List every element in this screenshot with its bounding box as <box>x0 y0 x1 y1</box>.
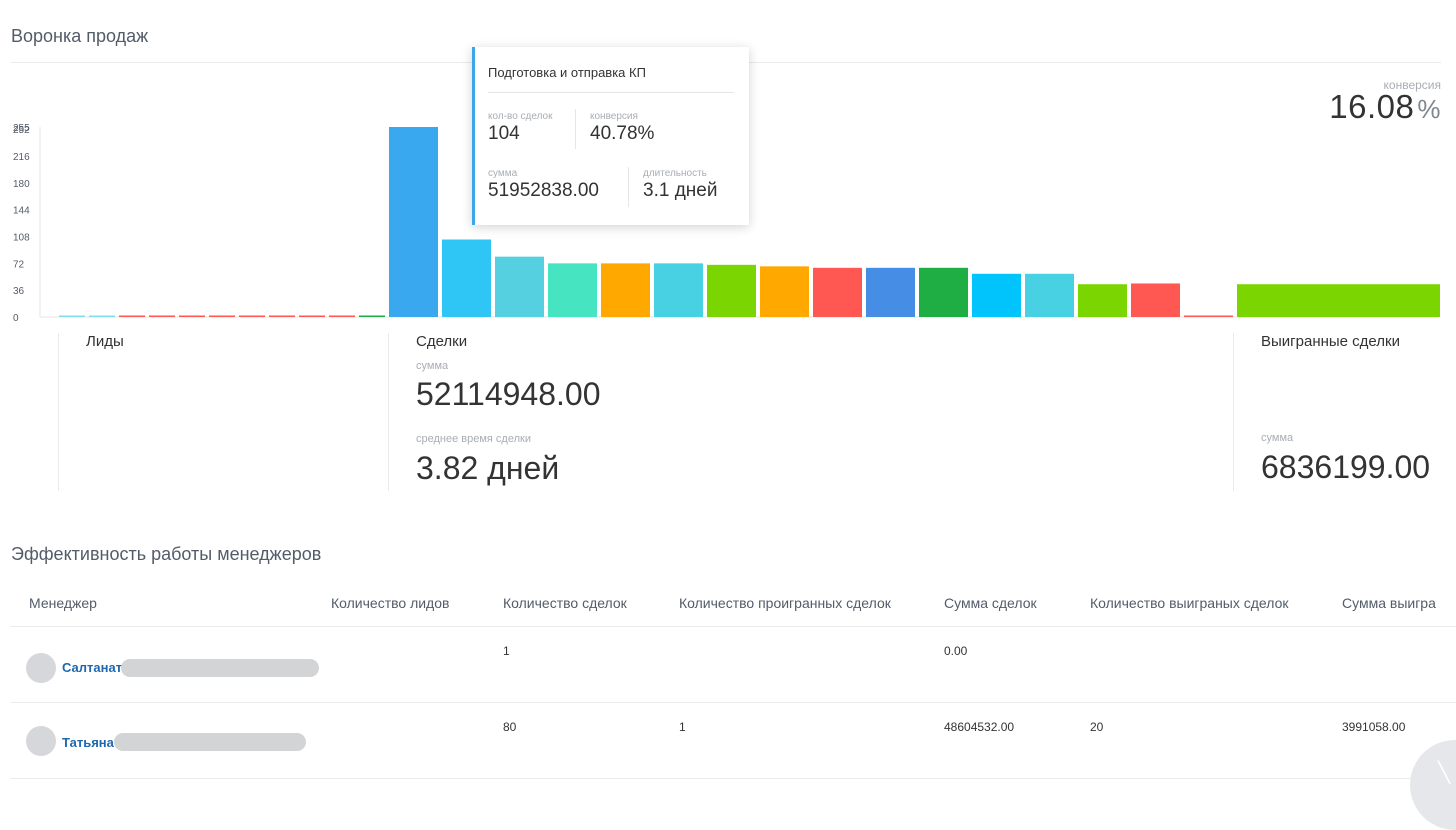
won-deals-sum-label: сумма <box>1261 432 1294 444</box>
tooltip-duration-label: длительность <box>643 168 707 179</box>
table-row: Татьяна 80 1 48604532.00 20 3991058.00 <box>11 702 1456 779</box>
cell-sum: 48604532.00 <box>944 702 1090 779</box>
cell-lost <box>679 626 944 703</box>
deals-sum-label: сумма <box>416 360 449 372</box>
deals-avg-time-value: 3.82 дней <box>416 450 560 486</box>
deals-stat: Сделки сумма 52114948.00 среднее время с… <box>388 333 1234 491</box>
funnel-bar[interactable] <box>654 263 703 317</box>
funnel-bar[interactable] <box>119 315 145 318</box>
cell-leads <box>331 702 503 779</box>
tooltip-sum-label: сумма <box>488 168 518 179</box>
funnel-bar[interactable] <box>389 127 438 317</box>
tooltip-divider <box>488 92 734 93</box>
tooltip-vdivider-2 <box>628 167 629 207</box>
cell-sum: 0.00 <box>944 626 1090 703</box>
deals-sum-value: 52114948.00 <box>416 376 601 412</box>
stage-tooltip: Подготовка и отправка КП кол-во сделок 1… <box>472 47 749 225</box>
funnel-bar[interactable] <box>1025 273 1074 317</box>
tooltip-sum: сумма 51952838.00 <box>488 168 599 202</box>
cell-won: 20 <box>1090 702 1342 779</box>
leads-stat: Лиды <box>58 333 389 491</box>
manager-cell: Салтанат <box>11 627 331 687</box>
tooltip-duration: длительность 3.1 дней <box>643 168 717 202</box>
column-header-lost[interactable]: Количество проигранных сделок <box>679 580 944 627</box>
managers-title: Эффективность работы менеджеров <box>11 544 322 564</box>
tooltip-conversion: конверсия 40.78% <box>590 111 654 145</box>
manager-cell: Татьяна <box>11 703 331 763</box>
y-tick-label: 180 <box>13 179 30 190</box>
cell-deals: 1 <box>503 626 679 703</box>
table-row: Салтанат 1 0.00 <box>11 626 1456 703</box>
funnel-bar[interactable] <box>59 315 85 318</box>
manager-link[interactable]: Татьяна <box>62 735 114 750</box>
avatar <box>26 653 56 683</box>
managers-table: Менеджер Количество лидов Количество сде… <box>11 580 1456 779</box>
funnel-bar[interactable] <box>1131 283 1180 317</box>
column-header-leads[interactable]: Количество лидов <box>331 580 503 627</box>
tooltip-title: Подготовка и отправка КП <box>488 65 646 80</box>
column-header-won-sum[interactable]: Сумма выигра <box>1342 580 1456 627</box>
tooltip-duration-value: 3.1 дней <box>643 180 718 201</box>
funnel-bar[interactable] <box>548 263 597 317</box>
y-tick-label: 36 <box>13 286 25 297</box>
avatar <box>26 726 56 756</box>
tooltip-deals-count-value: 104 <box>488 123 520 144</box>
funnel-bar[interactable] <box>601 263 650 317</box>
funnel-bar[interactable] <box>866 267 915 317</box>
cell-won <box>1090 626 1342 703</box>
column-header-deals[interactable]: Количество сделок <box>503 580 679 627</box>
funnel-bar[interactable] <box>972 273 1021 317</box>
y-tick-label: 144 <box>13 206 30 217</box>
funnel-bar[interactable] <box>760 266 809 317</box>
redacted-name <box>121 659 319 677</box>
funnel-bar[interactable] <box>1078 284 1127 317</box>
funnel-bar[interactable] <box>919 267 968 317</box>
table-header-row: Менеджер Количество лидов Количество сде… <box>11 580 1456 627</box>
column-header-sum[interactable]: Сумма сделок <box>944 580 1090 627</box>
y-tick-label: 255 <box>13 123 30 134</box>
funnel-bar[interactable] <box>442 239 491 317</box>
column-header-won[interactable]: Количество выиграных сделок <box>1090 580 1342 627</box>
won-deals-title: Выигранные сделки <box>1261 333 1400 350</box>
funnel-bar[interactable] <box>89 315 115 318</box>
tooltip-deals-count-label: кол-во сделок <box>488 111 553 122</box>
y-tick-label: 108 <box>13 233 30 244</box>
cell-leads <box>331 626 503 703</box>
tooltip-sum-value: 51952838.00 <box>488 180 599 201</box>
y-tick-label: 72 <box>13 259 25 270</box>
funnel-bar[interactable] <box>329 315 355 318</box>
leads-title: Лиды <box>86 333 124 350</box>
funnel-bar[interactable] <box>495 256 544 317</box>
funnel-bar[interactable] <box>813 267 862 317</box>
funnel-bar[interactable] <box>269 315 295 318</box>
deals-avg-time-label: среднее время сделки <box>416 433 531 445</box>
cell-lost: 1 <box>679 702 944 779</box>
funnel-bar[interactable] <box>707 264 756 317</box>
cell-deals: 80 <box>503 702 679 779</box>
funnel-bar[interactable] <box>179 315 205 318</box>
funnel-title: Воронка продаж <box>11 26 149 46</box>
column-header-manager[interactable]: Менеджер <box>11 580 331 627</box>
funnel-bar[interactable] <box>209 315 235 318</box>
tooltip-conversion-value: 40.78% <box>590 123 655 144</box>
y-tick-label: 216 <box>13 152 30 163</box>
funnel-bar[interactable] <box>359 315 385 318</box>
tooltip-vdivider <box>575 109 576 149</box>
deals-title: Сделки <box>416 333 468 350</box>
tooltip-deals-count: кол-во сделок 104 <box>488 111 552 145</box>
y-tick-label: 0 <box>13 313 19 324</box>
funnel-bar[interactable] <box>149 315 175 318</box>
funnel-bar[interactable] <box>1237 284 1440 317</box>
tooltip-conversion-label: конверсия <box>590 111 638 122</box>
manager-link[interactable]: Салтанат <box>62 660 122 675</box>
chevron-icon: ╲ <box>1438 762 1451 784</box>
funnel-bar[interactable] <box>299 315 325 318</box>
cell-won-sum <box>1342 626 1456 703</box>
funnel-bar[interactable] <box>239 315 265 318</box>
redacted-name <box>114 733 306 751</box>
funnel-bar[interactable] <box>1184 315 1233 318</box>
won-deals-sum-value: 6836199.00 <box>1261 449 1431 485</box>
won-deals-stat: Выигранные сделки сумма 6836199.00 <box>1233 333 1454 491</box>
